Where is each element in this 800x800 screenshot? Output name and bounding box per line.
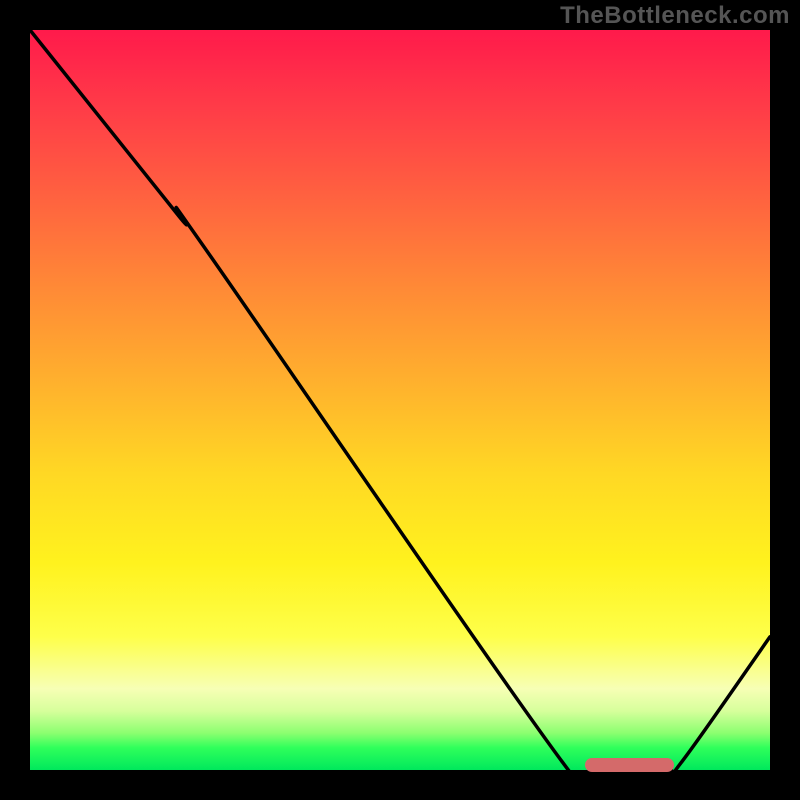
plot-area	[30, 30, 770, 770]
watermark-label: TheBottleneck.com	[560, 2, 790, 30]
valley-marker	[585, 758, 674, 772]
chart-frame: TheBottleneck.com	[0, 0, 800, 800]
bottleneck-curve	[30, 30, 770, 770]
